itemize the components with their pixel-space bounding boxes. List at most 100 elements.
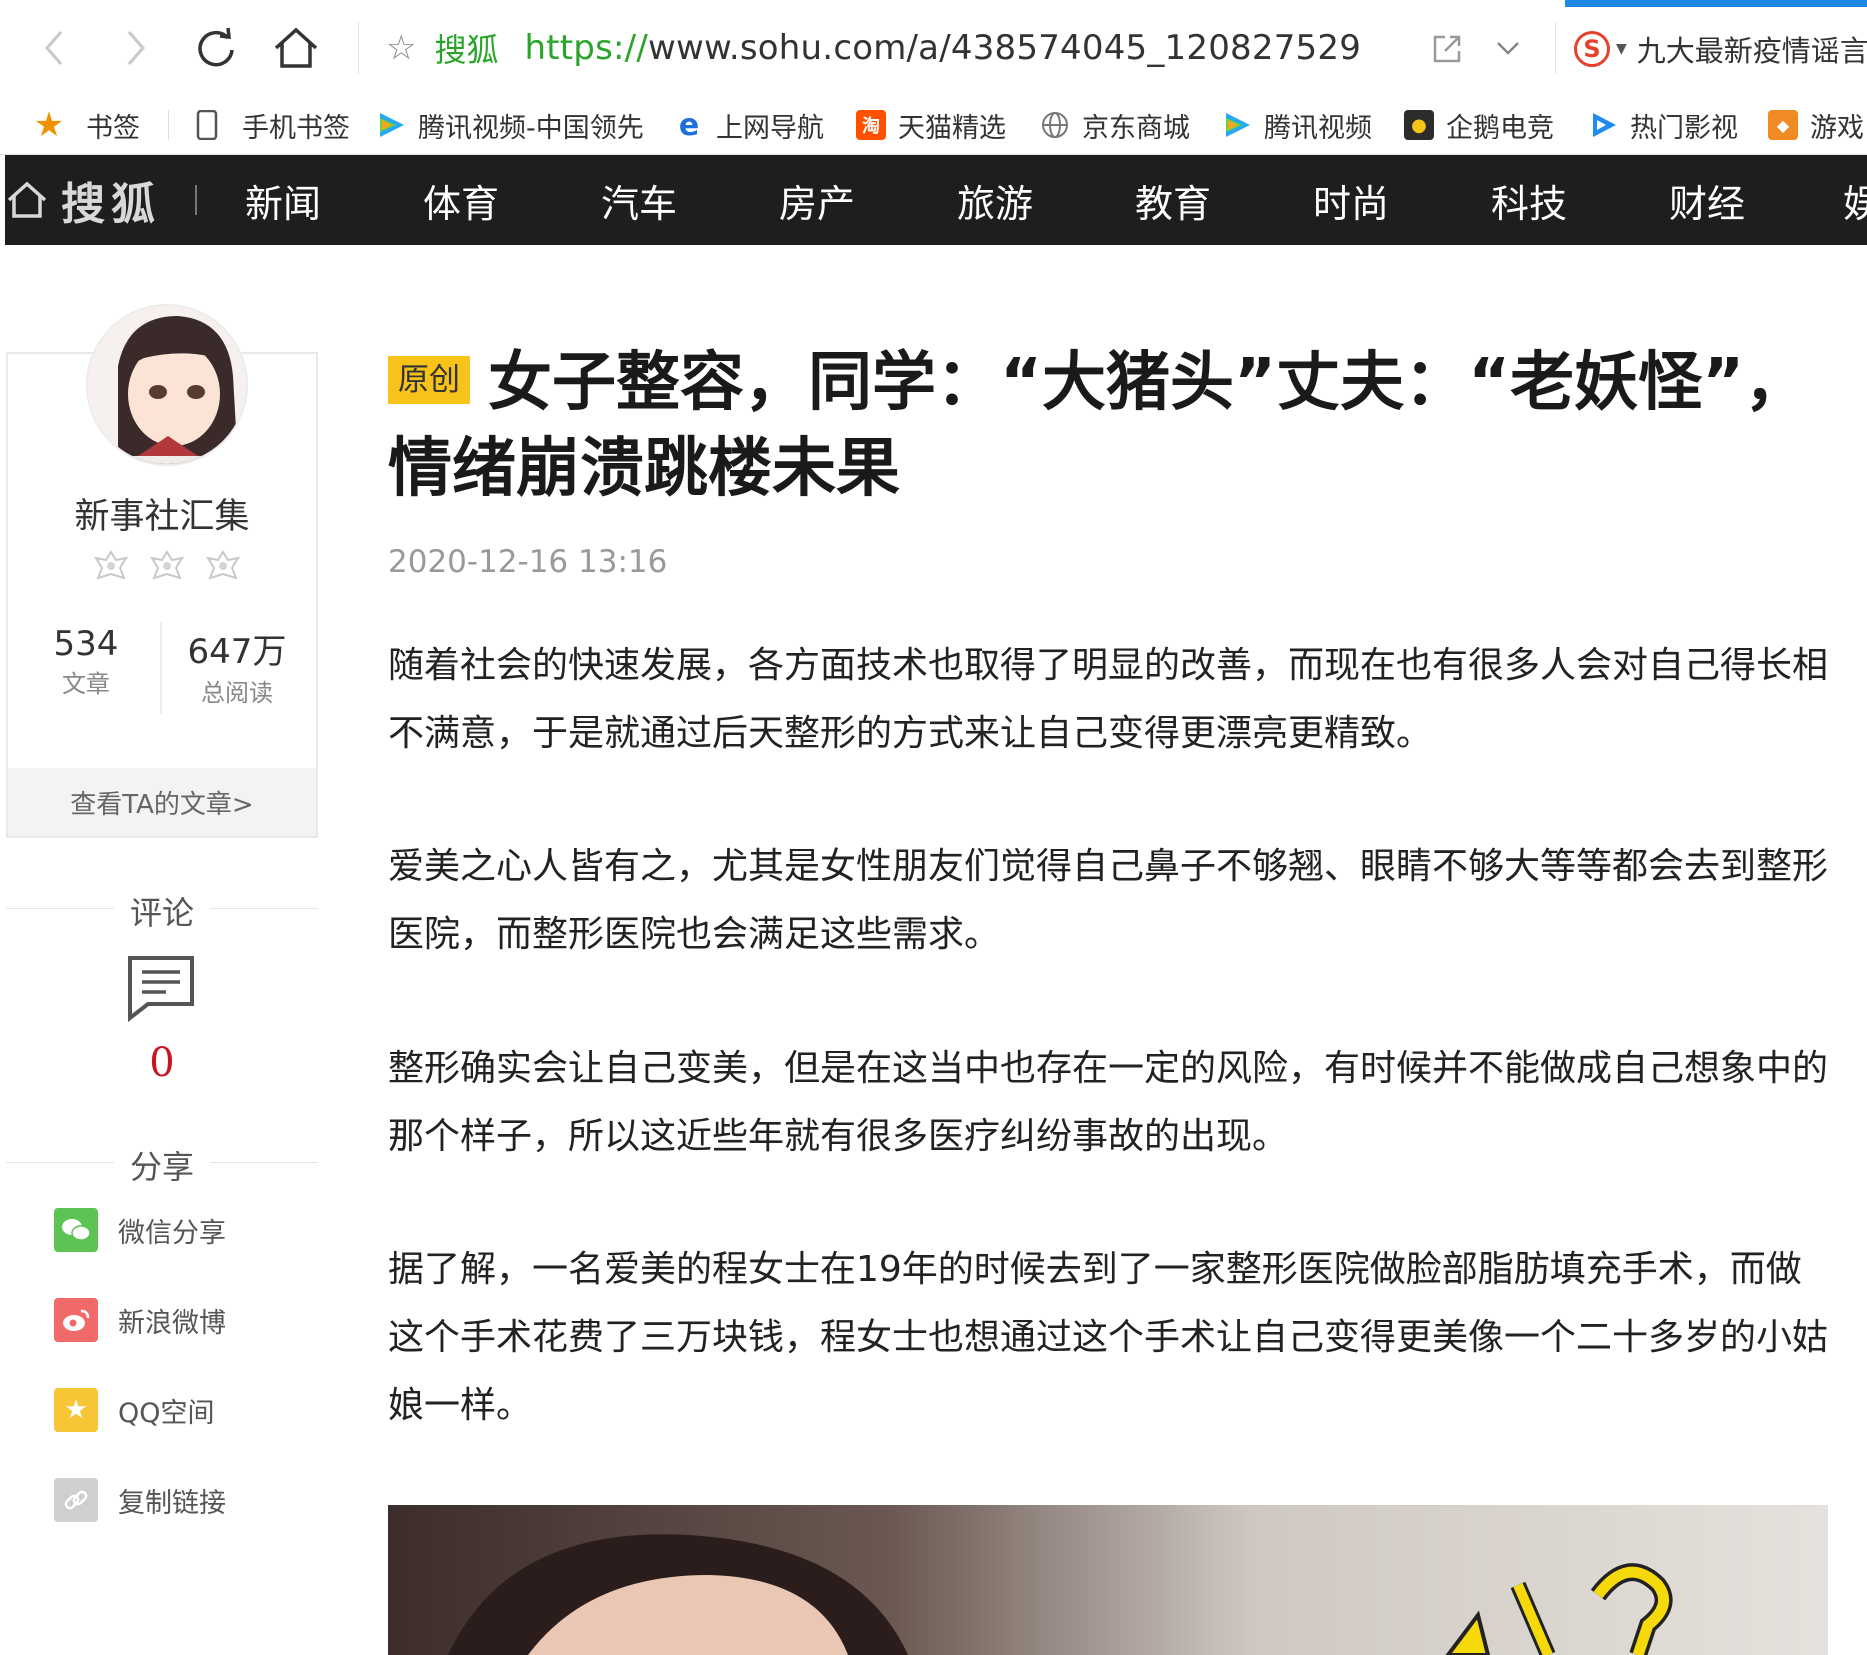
bookmarks-bar: ★ 书签 手机书签 腾讯视频-中国领先 e 上网导航 淘 天猫精选 京东商城 腾… [0,96,1867,155]
bookmark-label: 企鹅电竞 [1446,112,1554,144]
reload-icon [198,27,234,67]
share-weibo-label: 新浪微博 [118,1307,226,1339]
comments-label: 评论 [113,894,210,932]
nav-item-auto[interactable]: 汽车 [601,155,677,245]
article-paragraph: 据了解，一名爱美的程女士在19年的时候去到了一家整形医院做脸部脂肪填充手术，而做… [388,1249,1829,1426]
articles-stat[interactable]: 534 文章 [26,624,146,699]
link-icon [54,1478,98,1522]
bookmark-item[interactable]: e 上网导航 [674,96,824,154]
copy-link-label: 复制链接 [118,1487,226,1519]
stat-divider [160,622,162,714]
nav-item-tech[interactable]: 科技 [1491,155,1567,245]
reads-label: 总阅读 [201,679,273,707]
bookmark-item[interactable]: 京东商城 [1040,96,1190,154]
logo-text: 搜狐 [61,179,161,230]
nav-item-house[interactable]: 房产 [779,155,855,245]
gamepad-icon: ◆ [1768,110,1798,140]
share-page-button[interactable] [1418,20,1478,76]
share-arrow-icon [1433,35,1461,63]
bookmark-item[interactable]: ★ 书签 [34,96,140,154]
url-protocol: https:// [524,28,648,68]
chevron-down-icon [1497,42,1519,55]
bookmark-item[interactable]: ● 企鹅电竞 [1404,96,1554,154]
tencent-video-icon [376,110,406,140]
qzone-star-icon: ★ [54,1388,98,1432]
reload-button[interactable] [186,20,246,76]
avatar[interactable] [86,304,248,466]
bookmark-item[interactable]: 热门影视 [1588,96,1738,154]
original-tag: 原创 [388,356,470,404]
comments-count[interactable]: 0 [6,1040,318,1086]
articles-label: 文章 [62,670,110,698]
nav-item-travel[interactable]: 旅游 [957,155,1033,245]
bookmark-item[interactable]: 淘 天猫精选 [856,96,1006,154]
home-button[interactable] [266,20,326,76]
bookmark-item[interactable]: 腾讯视频 [1222,96,1372,154]
browser-toolbar: ☆ 搜狐 https://www.sohu.com/a/438574045_12… [0,0,1867,97]
search-engine-box[interactable]: S ▼ 九大最新疫情谣言 [1574,28,1867,70]
share-wechat-button[interactable]: 微信分享 [54,1206,226,1254]
nav-item-sports[interactable]: 体育 [423,155,499,245]
engine-dropdown-icon[interactable]: ▼ [1616,41,1627,57]
publish-date: 2020-12-16 13:16 [388,544,668,580]
bookmark-star-icon[interactable]: ☆ [386,28,416,68]
nav-item-fashion[interactable]: 时尚 [1313,155,1389,245]
author-name[interactable]: 新事社汇集 [8,488,316,539]
share-label: 分享 [113,1148,210,1186]
nav-item-education[interactable]: 教育 [1135,155,1211,245]
share-wechat-label: 微信分享 [118,1217,226,1249]
toolbar-divider [1555,22,1556,74]
share-qzone-button[interactable]: ★ QQ空间 [54,1386,215,1434]
comments-button[interactable] [126,954,196,1026]
reads-stat[interactable]: 647万 总阅读 [172,624,302,708]
bookmark-item[interactable]: 手机书签 [192,96,350,154]
reads-count: 647万 [187,632,287,672]
article-paragraph: 爱美之心人皆有之，尤其是女性朋友们觉得自己鼻子不够翘、眼睛不够大等等都会去到整形… [388,846,1829,955]
tencent-video-icon [1222,110,1252,140]
sohu-logo[interactable]: 搜狐 [5,155,161,245]
wechat-icon [54,1208,98,1252]
url-text[interactable]: https://www.sohu.com/a/438574045_1208275… [525,28,1362,68]
chevron-right-icon [127,31,145,65]
globe-icon [1040,110,1070,140]
ie-icon: e [674,108,704,143]
copy-link-button[interactable]: 复制链接 [54,1476,226,1524]
badge-icon [205,550,241,580]
article-title: 原创 女子整容，同学：“大猪头”丈夫：“老妖怪”，情绪崩溃跳楼未果 [388,340,1828,512]
star-icon: ★ [33,105,65,145]
article-paragraph: 随着社会的快速发展，各方面技术也取得了明显的改善，而现在也有很多人会对自己得长相… [388,645,1829,754]
chevron-left-icon [45,31,63,65]
active-tab-indicator [1565,0,1867,7]
nav-item-news[interactable]: 新闻 [245,155,321,245]
share-qzone-label: QQ空间 [118,1397,215,1429]
articles-count: 534 [53,624,119,664]
play-icon [1588,110,1618,140]
nav-item-entertainment[interactable]: 娱 [1843,155,1867,245]
bookmark-label: 游戏 [1810,112,1864,144]
article-title-text: 女子整容，同学：“大猪头”丈夫：“老妖怪”，情绪崩溃跳楼未果 [388,346,1809,506]
share-weibo-button[interactable]: 新浪微博 [54,1296,226,1344]
url-host-path: www.sohu.com/a/438574045_120827529 [647,28,1362,68]
bookmark-label: 腾讯视频-中国领先 [418,112,644,144]
bookmark-item[interactable]: ◆ 游戏 [1768,96,1867,154]
penguin-esports-icon: ● [1404,110,1434,140]
back-button[interactable] [24,20,84,76]
nav-divider [195,185,197,215]
share-heading: 分享 [6,1142,318,1188]
address-bar[interactable]: ☆ 搜狐 https://www.sohu.com/a/438574045_12… [386,0,1361,96]
nav-item-finance[interactable]: 财经 [1669,155,1745,245]
site-name: 搜狐 [434,31,499,69]
badge-icon [93,550,129,580]
view-author-articles-link[interactable]: 查看TA的文章> [8,768,316,836]
sogou-search-icon[interactable]: S [1574,31,1610,67]
search-hint[interactable]: 九大最新疫情谣言 [1637,28,1867,70]
comment-icon [128,956,194,1023]
comments-heading: 评论 [6,888,318,934]
article-image[interactable] [388,1505,1828,1655]
url-dropdown-button[interactable] [1478,20,1538,76]
bookmark-item[interactable]: 腾讯视频-中国领先 [376,96,646,154]
article-photo [388,1505,1828,1655]
forward-button[interactable] [106,20,166,76]
article-paragraph: 整形确实会让自己变美，但是在这当中也存在一定的风险，有时候并不能做成自己想象中的… [388,1048,1829,1157]
bookmark-label: 书签 [86,112,140,144]
